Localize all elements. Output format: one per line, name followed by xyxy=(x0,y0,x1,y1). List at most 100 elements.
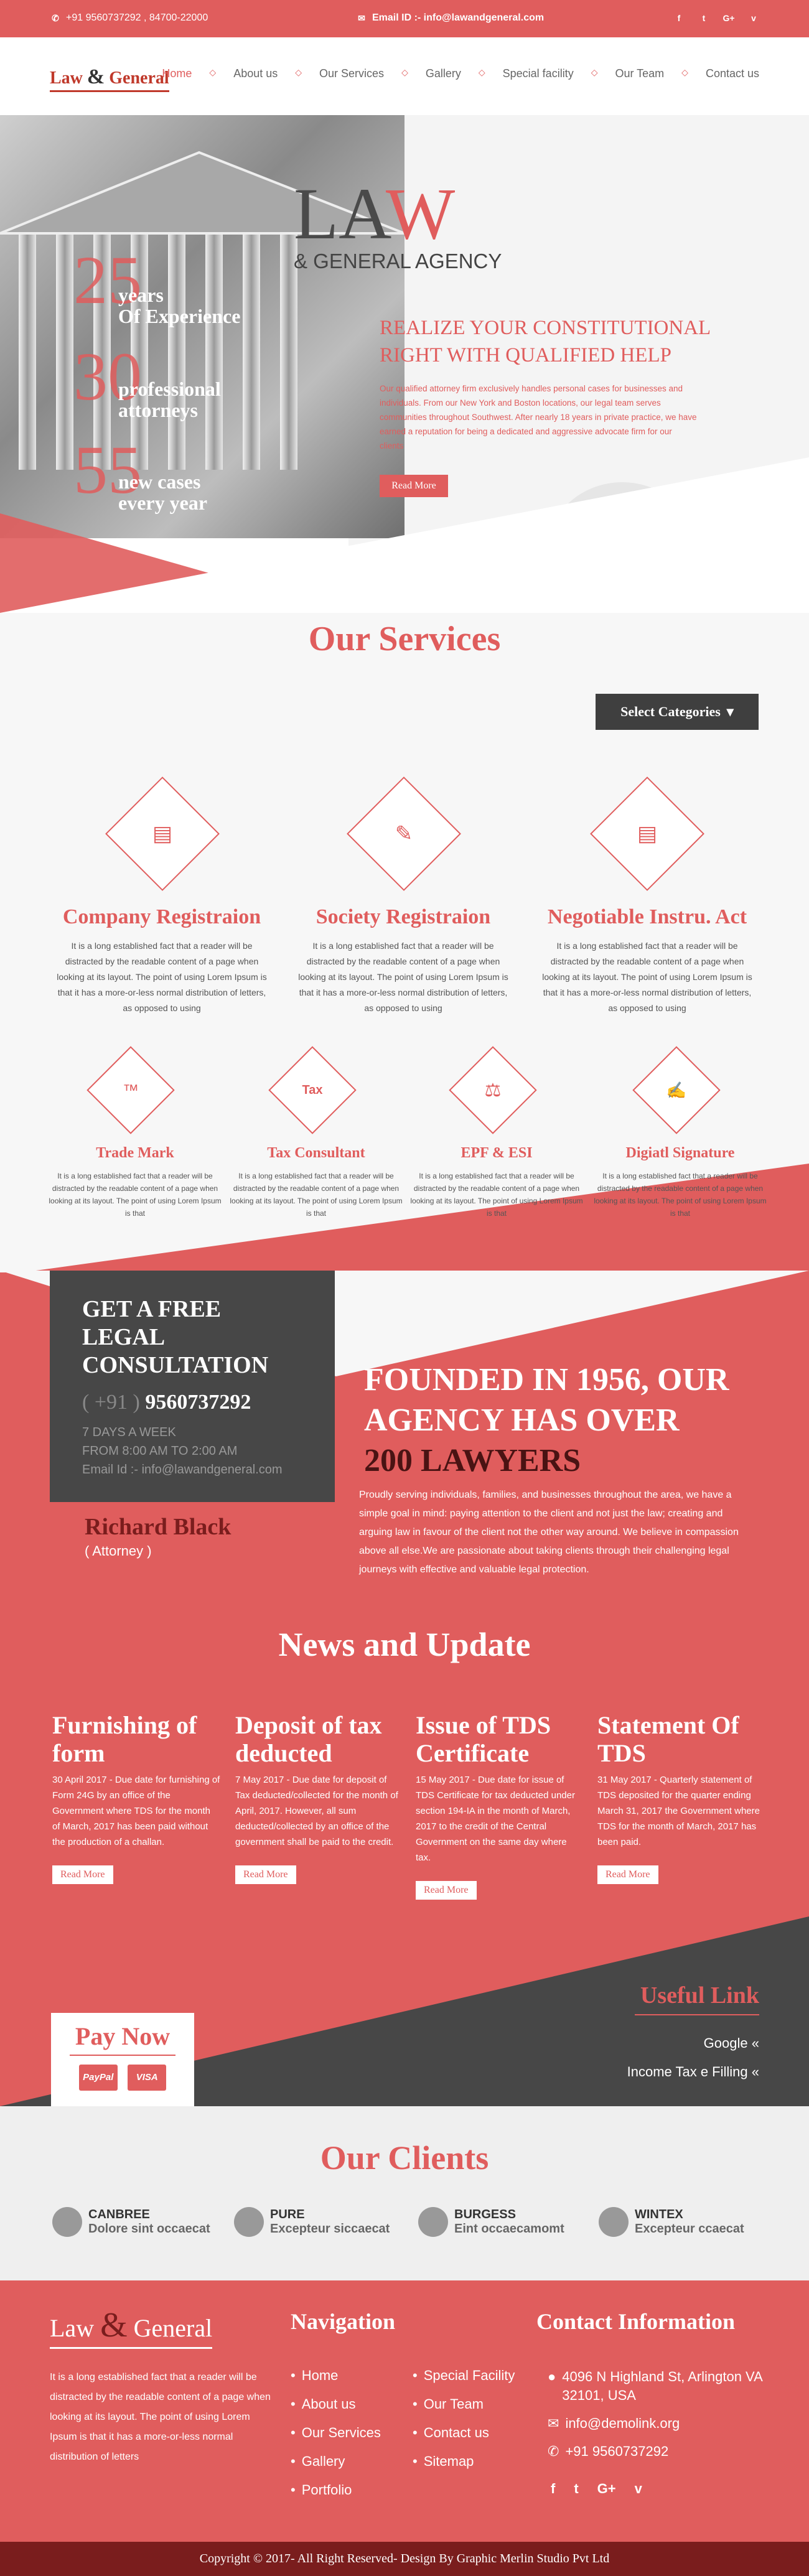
services-title: Our Services xyxy=(308,620,501,658)
client-logo[interactable]: BURGESS Eint occaecamomt xyxy=(418,2207,564,2237)
service-description: It is a long established fact that a rea… xyxy=(594,1172,767,1218)
service-title[interactable]: Tax Consultant xyxy=(229,1145,403,1162)
chart-search-icon: ▤ xyxy=(637,822,658,846)
nav-item-about[interactable]: About us xyxy=(233,67,278,80)
news-item-title[interactable]: Statement Of TDS xyxy=(597,1711,765,1767)
service-description: It is a long established fact that a rea… xyxy=(57,941,267,1013)
useful-link-item[interactable]: Income Tax e Filling « xyxy=(627,2058,759,2086)
envelope-icon: ✉ xyxy=(548,2415,559,2431)
service-title[interactable]: EPF & ESI xyxy=(409,1145,584,1162)
news-title: News and Update xyxy=(278,1626,531,1663)
client-logo[interactable]: WINTEX Excepteur ccaecat xyxy=(599,2207,744,2237)
diamond-separator-icon: ◇ xyxy=(209,67,217,77)
footer-nav-item[interactable]: Sitemap xyxy=(413,2447,515,2476)
news-item: Furnishing of form 30 April 2017 - Due d… xyxy=(52,1711,220,1884)
client-logo[interactable]: CANBREE Dolore sint occaecat xyxy=(52,2207,210,2237)
footer-contact-info: ● 4096 N Highland St, Arlington VA 32101,… xyxy=(548,2368,774,2470)
hero-read-more-button[interactable]: Read More xyxy=(380,475,448,497)
phone-icon: ✆ xyxy=(52,12,59,23)
news-item: Issue of TDS Certificate 15 May 2017 - D… xyxy=(416,1711,584,1900)
diamond-separator-icon: ◇ xyxy=(681,67,688,77)
footer-social: f t G+ v xyxy=(551,2481,642,2497)
site-logo[interactable]: Law & General xyxy=(50,65,169,92)
stat-label: professional attorneys xyxy=(118,378,221,421)
consultation-hours: 7 DAYS A WEEK FROM 8:00 AM TO 2:00 AM Em… xyxy=(82,1426,283,1477)
news-read-more-button[interactable]: Read More xyxy=(52,1865,113,1884)
footer-nav-item[interactable]: Special Facility xyxy=(413,2361,515,2390)
news-item-title[interactable]: Issue of TDS Certificate xyxy=(416,1711,584,1767)
google-plus-icon[interactable]: G+ xyxy=(597,2481,616,2497)
consultation-heading: GET A FREE LEGAL CONSULTATION xyxy=(82,1296,269,1378)
footer: Law & General It is a long established f… xyxy=(0,2280,809,2576)
twitter-icon[interactable]: t xyxy=(574,2481,578,2497)
service-title[interactable]: Trade Mark xyxy=(48,1145,222,1162)
news-read-more-button[interactable]: Read More xyxy=(416,1881,477,1900)
footer-nav-item[interactable]: Contact us xyxy=(413,2419,515,2447)
topbar-social: f t G+ v xyxy=(673,12,759,24)
client-mark-icon xyxy=(234,2207,264,2237)
footer-nav-item[interactable]: Gallery xyxy=(291,2447,381,2476)
news-item-text: 30 April 2017 - Due date for furnishing … xyxy=(52,1775,220,1847)
service-title[interactable]: Company Registraion xyxy=(56,905,268,929)
hero-subtitle: & GENERAL AGENCY xyxy=(294,250,502,273)
service-description: It is a long established fact that a rea… xyxy=(298,941,508,1013)
twitter-icon[interactable]: t xyxy=(698,12,709,24)
service-description: It is a long established fact that a rea… xyxy=(410,1172,583,1218)
footer-nav-item[interactable]: Portfolio xyxy=(291,2476,381,2504)
useful-link-item[interactable]: Google « xyxy=(627,2029,759,2058)
news-read-more-button[interactable]: Read More xyxy=(235,1865,296,1884)
map-marker-icon: ● xyxy=(548,2369,556,2384)
select-categories-dropdown[interactable]: Select Categories ▾ xyxy=(596,694,759,730)
service-title[interactable]: Digiatl Signature xyxy=(593,1145,767,1162)
client-logo[interactable]: PURE Excepteur siccaecat xyxy=(234,2207,390,2237)
nav-item-home[interactable]: Home xyxy=(162,67,192,80)
pay-now-title[interactable]: Pay Now xyxy=(51,2022,194,2051)
double-chevron-left-icon: « xyxy=(751,2035,759,2051)
top-bar: ✆ +91 9560737292 , 84700-22000 ✉ Email I… xyxy=(0,0,809,37)
service-title[interactable]: Negotiable Instru. Act xyxy=(541,905,753,929)
caret-down-icon: ▾ xyxy=(726,704,734,719)
phone-icon: ✆ xyxy=(548,2443,559,2459)
news-read-more-button[interactable]: Read More xyxy=(597,1865,658,1884)
visa-icon[interactable]: VISA xyxy=(128,2065,167,2091)
nav-item-contact[interactable]: Contact us xyxy=(706,67,759,80)
nav-item-team[interactable]: Our Team xyxy=(615,67,664,80)
footer-nav-item[interactable]: Our Team xyxy=(413,2390,515,2419)
news-item-title[interactable]: Furnishing of form xyxy=(52,1711,220,1767)
google-plus-icon[interactable]: G+ xyxy=(722,12,734,24)
hero-headline: REALIZE YOUR CONSTITUTIONAL RIGHT WITH Q… xyxy=(380,317,710,366)
footer-nav-list: Special Facility Our Team Contact us Sit… xyxy=(413,2361,515,2476)
news-item-text: 31 May 2017 - Quarterly statement of TDS… xyxy=(597,1775,760,1847)
useful-links: Useful Link Google « Income Tax e Fillin… xyxy=(627,1982,759,2086)
service-description: It is a long established fact that a rea… xyxy=(49,1172,222,1218)
document-icon: ▤ xyxy=(152,822,173,846)
vimeo-icon[interactable]: v xyxy=(748,12,759,24)
footer-email[interactable]: ✉ info@demolink.org xyxy=(548,2414,774,2433)
service-title[interactable]: Society Registraion xyxy=(297,905,509,929)
vimeo-icon[interactable]: v xyxy=(635,2481,642,2497)
topbar-email[interactable]: ✉ Email ID :- info@lawandgeneral.com xyxy=(356,12,544,24)
footer-phone[interactable]: ✆ +91 9560737292 xyxy=(548,2442,774,2461)
footer-nav-item[interactable]: Our Services xyxy=(291,2419,381,2447)
facebook-icon[interactable]: f xyxy=(673,12,685,24)
news-item: Deposit of tax deducted 7 May 2017 - Due… xyxy=(235,1711,403,1884)
consultation-phone[interactable]: ( +91 ) 9560737292 xyxy=(82,1391,302,1414)
service-description: It is a long established fact that a rea… xyxy=(542,941,752,1013)
nav-item-services[interactable]: Our Services xyxy=(319,67,384,80)
founded-heading: FOUNDED IN 1956, OUR AGENCY HAS OVER 200… xyxy=(364,1362,729,1478)
nav-menu: Home ◇ About us ◇ Our Services ◇ Gallery… xyxy=(162,67,759,80)
facebook-icon[interactable]: f xyxy=(551,2481,555,2497)
nav-item-special-facility[interactable]: Special facility xyxy=(503,67,574,80)
footer-nav-item[interactable]: About us xyxy=(291,2390,381,2419)
news-item-title[interactable]: Deposit of tax deducted xyxy=(235,1711,403,1767)
paypal-icon[interactable]: PayPal xyxy=(78,2065,118,2091)
topbar-email-text[interactable]: Email ID :- info@lawandgeneral.com xyxy=(372,12,544,24)
nav-item-gallery[interactable]: Gallery xyxy=(426,67,461,80)
envelope-icon: ✉ xyxy=(358,12,365,23)
founded-description: Proudly serving individuals, families, a… xyxy=(359,1490,739,1575)
footer-nav-title: Navigation xyxy=(291,2309,396,2334)
footer-nav-item[interactable]: Home xyxy=(291,2361,381,2390)
logo-word-law: Law xyxy=(50,68,83,88)
certificate-icon: ✎ xyxy=(395,822,413,846)
footer-logo[interactable]: Law & General xyxy=(50,2305,213,2349)
